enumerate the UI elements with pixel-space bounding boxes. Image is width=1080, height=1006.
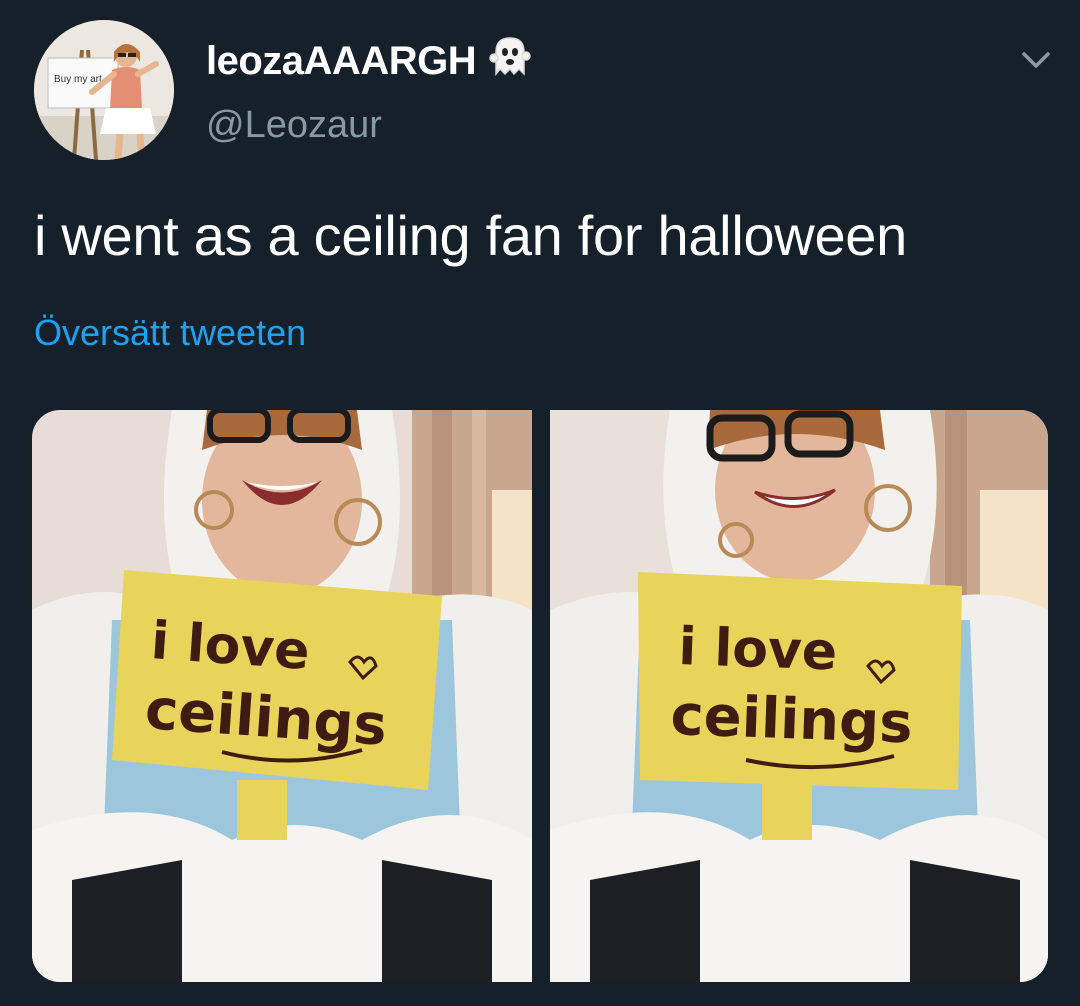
photo-2[interactable]: i love ceilings <box>550 410 1048 982</box>
photo-2-image: i love ceilings <box>550 410 1048 982</box>
avatar[interactable]: Buy my art <box>34 20 174 160</box>
sign-line-1: i love <box>149 611 311 682</box>
avatar-sign-text: Buy my art <box>54 74 102 85</box>
sign-line-2: ceilings <box>670 683 914 756</box>
tweet-header: Buy my art leozaAAARGH @Leozaur <box>0 0 1080 180</box>
translate-tweet-link[interactable]: Översätt tweeten <box>34 312 306 354</box>
chevron-down-icon[interactable] <box>1016 44 1056 76</box>
display-name[interactable]: leozaAAARGH <box>206 39 477 84</box>
photo-1-image: i love ceilings <box>32 410 532 982</box>
avatar-image: Buy my art <box>34 20 174 160</box>
display-name-row[interactable]: leozaAAARGH <box>206 34 532 88</box>
user-handle[interactable]: @Leozaur <box>206 104 382 147</box>
tweet-text: i went as a ceiling fan for halloween <box>34 204 907 267</box>
ghost-icon <box>488 34 532 88</box>
photo-1[interactable]: i love ceilings <box>32 410 532 982</box>
media-grid: i love ceilings i love ceilings <box>32 410 1048 982</box>
sign-line-1: i love <box>678 617 839 682</box>
